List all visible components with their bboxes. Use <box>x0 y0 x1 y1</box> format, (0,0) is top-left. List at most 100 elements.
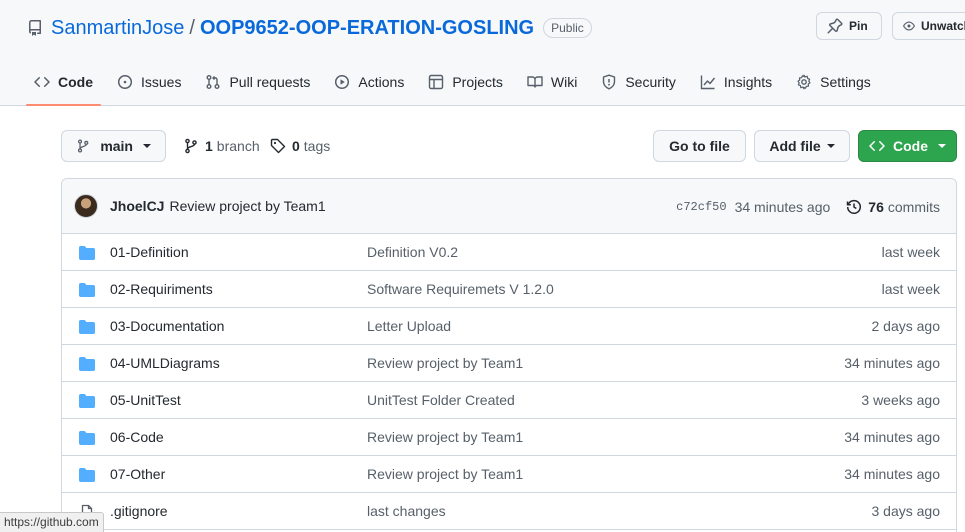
avatar[interactable] <box>74 194 98 218</box>
eye-icon <box>903 21 915 31</box>
file-commit-message[interactable]: Software Requiremets V 1.2.0 <box>367 281 554 297</box>
file-name-link[interactable]: 06-Code <box>110 429 164 445</box>
gear-icon <box>797 74 811 90</box>
branch-icon <box>77 139 89 153</box>
file-row[interactable]: 05-UnitTest UnitTest Folder Created 3 we… <box>62 382 956 419</box>
tab-settings[interactable]: Settings <box>788 64 879 100</box>
tab-pull-requests-label: Pull requests <box>229 74 311 90</box>
latest-commit-bar: JhoelCJ Review project by Team1 c72cf50 … <box>62 179 956 234</box>
watch-button[interactable]: Unwatch <box>892 12 965 40</box>
file-date: 34 minutes ago <box>844 355 940 371</box>
tag-icon <box>270 138 286 154</box>
tab-projects[interactable]: Projects <box>420 64 511 100</box>
file-name-link[interactable]: .gitignore <box>110 503 168 519</box>
commits-history-link[interactable]: 76 commits <box>846 199 940 215</box>
repo-header: SanmartinJose / OOP9652-OOP-ERATION-GOSL… <box>0 0 965 106</box>
file-date: last week <box>881 244 940 260</box>
tab-wiki[interactable]: Wiki <box>519 64 585 100</box>
file-date: 34 minutes ago <box>844 466 940 482</box>
tab-security-label: Security <box>625 74 676 90</box>
table-icon <box>429 74 444 90</box>
commit-author-link[interactable]: JhoelCJ <box>110 198 164 214</box>
branch-count: 1 <box>205 138 213 154</box>
commit-sha-link[interactable]: c72cf50 <box>676 200 726 214</box>
chevron-down-icon <box>826 144 835 148</box>
graph-icon <box>700 75 715 90</box>
tab-actions-label: Actions <box>358 74 405 90</box>
file-commit-message[interactable]: last changes <box>367 503 446 519</box>
file-date: 2 days ago <box>871 318 941 334</box>
tab-actions[interactable]: Actions <box>326 64 412 100</box>
watch-label: Unwatch <box>920 19 965 33</box>
file-date: 34 minutes ago <box>844 429 940 445</box>
branch-selector[interactable]: main <box>61 130 166 162</box>
file-commit-message[interactable]: Review project by Team1 <box>367 429 523 445</box>
commit-count: 76 <box>868 198 884 215</box>
file-row[interactable]: 02-Requiriments Software Requiremets V 1… <box>62 271 956 308</box>
play-icon <box>335 74 350 90</box>
add-file-label: Add file <box>769 138 821 154</box>
folder-icon <box>79 246 95 260</box>
file-name-link[interactable]: 03-Documentation <box>110 318 224 334</box>
file-name-link[interactable]: 02-Requiriments <box>110 281 213 297</box>
file-commit-message[interactable]: Review project by Team1 <box>367 466 523 482</box>
path-separator: / <box>189 16 195 39</box>
folder-icon <box>79 283 95 297</box>
file-date: last week <box>881 281 940 297</box>
file-name-link[interactable]: 05-UnitTest <box>110 392 181 408</box>
code-icon <box>34 76 50 88</box>
pull-request-icon <box>206 75 220 89</box>
file-row[interactable]: 04-UMLDiagrams Review project by Team1 3… <box>62 345 956 382</box>
folder-icon <box>79 394 95 408</box>
commit-time: 34 minutes ago <box>734 198 831 215</box>
file-commit-message[interactable]: Review project by Team1 <box>367 355 523 371</box>
repo-owner-link[interactable]: SanmartinJose <box>51 17 184 40</box>
tab-insights-label: Insights <box>723 74 773 90</box>
tab-pull-requests[interactable]: Pull requests <box>197 64 318 100</box>
chevron-down-icon <box>143 144 151 148</box>
repo-name-link[interactable]: OOP9652-OOP-ERATION-GOSLING <box>200 17 534 40</box>
repo-icon <box>27 20 43 36</box>
tags-link[interactable]: 0 tags <box>270 138 330 154</box>
file-name-link[interactable]: 04-UMLDiagrams <box>110 355 220 371</box>
branch-icon <box>185 138 197 154</box>
repo-title: SanmartinJose / OOP9652-OOP-ERATION-GOSL… <box>27 14 592 42</box>
code-icon <box>869 140 885 152</box>
add-file-button[interactable]: Add file <box>754 130 850 162</box>
file-row[interactable]: 07-Other Review project by Team1 34 minu… <box>62 456 956 493</box>
file-name-link[interactable]: 07-Other <box>110 466 165 482</box>
commit-meta: c72cf50 34 minutes ago 76 commits <box>676 179 940 234</box>
file-date: 3 days ago <box>871 503 941 519</box>
book-icon <box>527 76 543 88</box>
folder-icon <box>79 431 95 445</box>
issue-icon <box>117 74 133 90</box>
file-row[interactable]: 01-Definition Definition V0.2 last week <box>62 234 956 271</box>
commit-message-link[interactable]: Review project by Team1 <box>169 198 325 214</box>
tab-code[interactable]: Code <box>26 64 101 106</box>
folder-icon <box>79 468 95 482</box>
file-row[interactable]: .gitignore last changes 3 days ago <box>62 493 956 530</box>
chevron-down-icon <box>938 144 946 148</box>
branches-link[interactable]: 1 branch <box>183 138 260 154</box>
tab-code-label: Code <box>58 74 93 90</box>
tab-issues[interactable]: Issues <box>109 64 189 100</box>
tab-issues-label: Issues <box>141 74 182 90</box>
folder-icon <box>79 320 95 334</box>
file-commit-message[interactable]: Letter Upload <box>367 318 451 334</box>
tag-label: tags <box>303 138 331 154</box>
visibility-badge: Public <box>543 18 592 38</box>
branch-name: main <box>100 138 133 154</box>
commit-count-label: commits <box>887 198 940 215</box>
file-name-link[interactable]: 01-Definition <box>110 244 189 260</box>
go-to-file-button[interactable]: Go to file <box>653 130 746 162</box>
pin-button[interactable]: Pin <box>816 12 882 40</box>
tab-settings-label: Settings <box>820 74 871 90</box>
code-button[interactable]: Code <box>858 130 957 162</box>
tab-security[interactable]: Security <box>593 64 684 100</box>
tab-insights[interactable]: Insights <box>692 64 780 100</box>
file-row[interactable]: 06-Code Review project by Team1 34 minut… <box>62 419 956 456</box>
file-commit-message[interactable]: UnitTest Folder Created <box>367 392 515 408</box>
file-commit-message[interactable]: Definition V0.2 <box>367 244 458 260</box>
branch-label: branch <box>216 138 260 154</box>
file-row[interactable]: 03-Documentation Letter Upload 2 days ag… <box>62 308 956 345</box>
